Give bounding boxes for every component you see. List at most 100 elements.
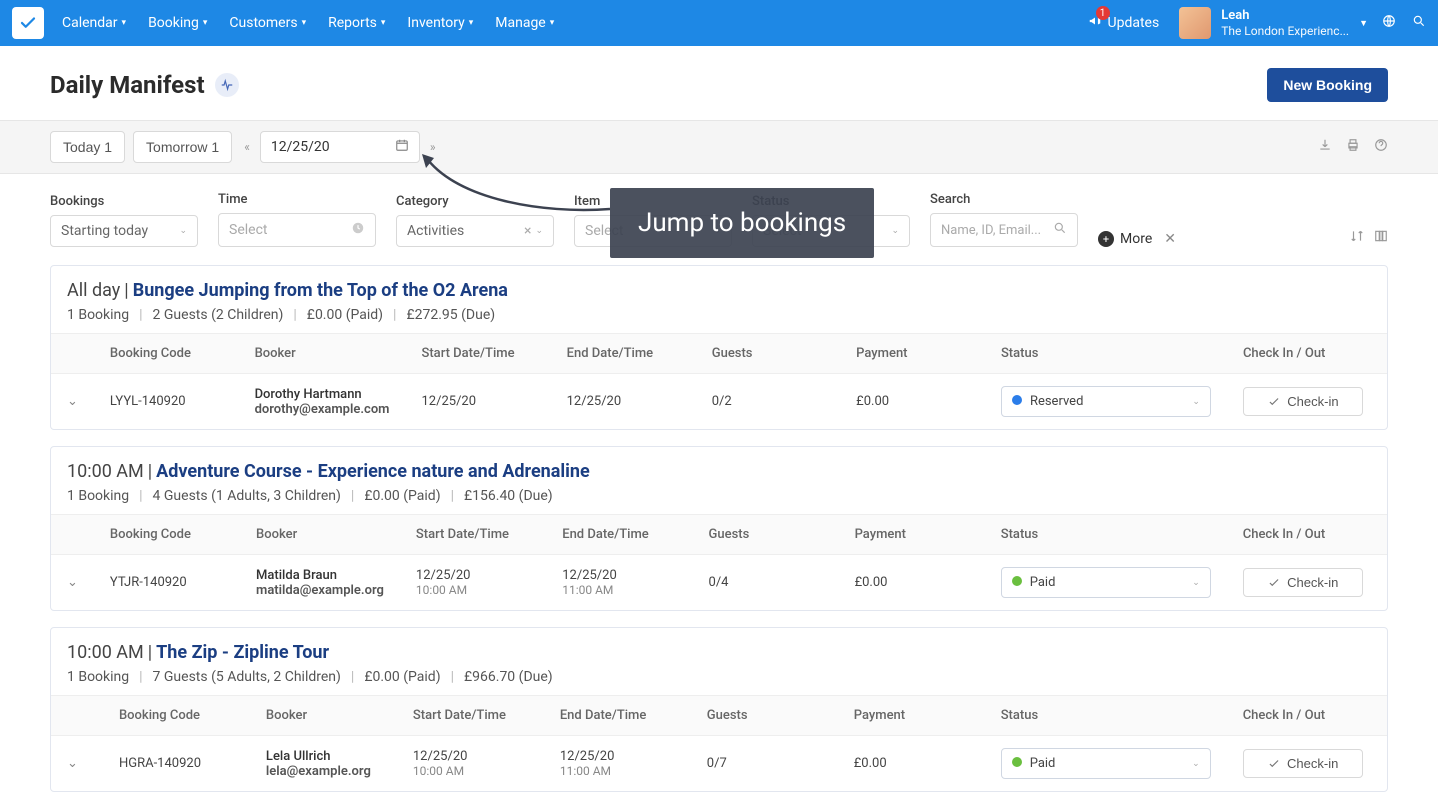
th-code: Booking Code [94,334,239,374]
today-button[interactable]: Today 1 [50,131,125,163]
globe-icon[interactable] [1382,14,1396,32]
tomorrow-button[interactable]: Tomorrow 1 [133,131,232,163]
plus-icon: + [1098,231,1114,247]
cell-payment: £0.00 [840,374,985,430]
bookings-select[interactable]: Starting today ⌄ [50,215,198,247]
download-icon[interactable] [1318,138,1332,156]
checkin-button[interactable]: Check-in [1243,749,1363,778]
table-row: ⌄ HGRA-140920 Lela Ullrich lela@example.… [51,736,1387,792]
status-dropdown[interactable]: Paid ⌄ [1001,748,1211,779]
th-check: Check In / Out [1227,334,1387,374]
booking-group: 10:00 AM|The Zip - Zipline Tour 1 Bookin… [50,627,1388,792]
th-status: Status [985,696,1227,736]
more-filters-button[interactable]: + More ✕ [1098,231,1176,247]
th-check: Check In / Out [1227,696,1387,736]
status-dropdown[interactable]: Reserved ⌄ [1001,386,1211,417]
expand-row-icon[interactable]: ⌄ [67,756,78,771]
th-booker: Booker [250,696,397,736]
user-menu[interactable]: Leah The London Experienc... ▼ [1179,7,1368,39]
checkin-button[interactable]: Check-in [1243,568,1363,597]
chevron-down-icon: ▾ [469,18,474,28]
expand-row-icon[interactable]: ⌄ [67,575,78,590]
cell-guests: 0/4 [693,555,839,611]
updates-badge: 1 [1096,6,1110,20]
table-row: ⌄ LYYL-140920 Dorothy Hartmann dorothy@e… [51,374,1387,430]
chevron-down-icon: ⌄ [179,226,187,236]
group-title: 10:00 AM|The Zip - Zipline Tour [67,642,1371,663]
search-icon[interactable] [1412,14,1426,32]
help-icon[interactable] [1374,138,1388,156]
avatar [1179,7,1211,39]
cell-code: YTJR-140920 [94,555,240,611]
th-status: Status [985,515,1227,555]
th-code: Booking Code [94,515,240,555]
search-placeholder: Name, ID, Email... [941,223,1041,238]
cell-start: 12/25/20 [405,374,550,430]
status-dot-icon [1012,576,1022,586]
th-status: Status [985,334,1227,374]
date-input[interactable]: 12/25/20 [260,131,420,163]
more-label: More [1120,231,1152,247]
clock-icon [351,221,365,239]
page-header: Daily Manifest New Booking [0,46,1438,120]
cell-end: 12/25/20 [551,374,696,430]
chevron-down-icon: ⌄ [891,226,899,236]
prev-date-button[interactable]: « [240,136,254,158]
date-toolbar: Today 1 Tomorrow 1 « 12/25/20 » [0,120,1438,174]
columns-icon[interactable] [1374,229,1388,247]
megaphone-icon: 1 [1088,14,1102,32]
group-summary: 1 Booking| 7 Guests (5 Adults, 2 Childre… [67,669,1371,685]
th-check: Check In / Out [1227,515,1387,555]
cell-end: 12/25/20 11:00 AM [544,736,691,792]
th-start: Start Date/Time [400,515,546,555]
chevron-down-icon: ▾ [381,18,386,28]
nav-items: Calendar ▾ Booking ▾ Customers ▾ Reports ▾ I… [62,15,554,31]
calendar-icon [395,138,409,156]
callout-arrow [420,154,620,234]
updates-label: Updates [1108,15,1160,31]
cell-guests: 0/7 [691,736,838,792]
user-org: The London Experienc... [1221,24,1349,38]
cell-booker: Lela Ullrich lela@example.org [250,736,397,792]
nav-item-inventory[interactable]: Inventory ▾ [407,15,473,31]
chevron-down-icon: ▾ [203,18,208,28]
bookings-table: Booking Code Booker Start Date/Time End … [51,333,1387,429]
page-title: Daily Manifest [50,71,205,99]
print-icon[interactable] [1346,138,1360,156]
search-input[interactable]: Name, ID, Email... [930,213,1078,247]
time-select[interactable]: Select [218,213,376,247]
group-summary: 1 Booking| 2 Guests (2 Children)| £0.00 … [67,307,1371,323]
updates-button[interactable]: 1 Updates [1088,14,1160,32]
cell-start: 12/25/20 10:00 AM [397,736,544,792]
th-booker: Booker [240,515,400,555]
new-booking-button[interactable]: New Booking [1267,68,1388,102]
cell-booker: Matilda Braun matilda@example.org [240,555,400,611]
expand-row-icon[interactable]: ⌄ [67,394,78,409]
cell-code: HGRA-140920 [103,736,250,792]
search-icon [1053,221,1067,239]
user-name: Leah [1221,8,1349,24]
th-start: Start Date/Time [397,696,544,736]
callout-tooltip: Jump to bookings [610,188,874,258]
nav-item-calendar[interactable]: Calendar ▾ [62,15,126,31]
booking-group: 10:00 AM|Adventure Course - Experience n… [50,446,1388,611]
nav-item-customers[interactable]: Customers ▾ [229,15,306,31]
chevron-down-icon: ▾ [302,18,307,28]
close-icon[interactable]: ✕ [1164,231,1176,247]
cell-start: 12/25/20 10:00 AM [400,555,546,611]
cell-guests: 0/2 [696,374,840,430]
nav-item-manage[interactable]: Manage ▾ [495,15,554,31]
group-summary: 1 Booking| 4 Guests (1 Adults, 3 Childre… [67,488,1371,504]
chevron-down-icon: ▾ [122,18,127,28]
th-code: Booking Code [103,696,250,736]
table-row: ⌄ YTJR-140920 Matilda Braun matilda@exam… [51,555,1387,611]
nav-item-booking[interactable]: Booking ▾ [148,15,207,31]
app-logo[interactable] [12,7,44,39]
checkin-button[interactable]: Check-in [1243,387,1363,416]
chevron-down-icon: ▾ [550,18,555,28]
nav-item-reports[interactable]: Reports ▾ [328,15,385,31]
status-dropdown[interactable]: Paid ⌄ [1001,567,1211,598]
bookings-table: Booking Code Booker Start Date/Time End … [51,514,1387,610]
sort-icon[interactable] [1350,229,1364,247]
th-end: End Date/Time [544,696,691,736]
